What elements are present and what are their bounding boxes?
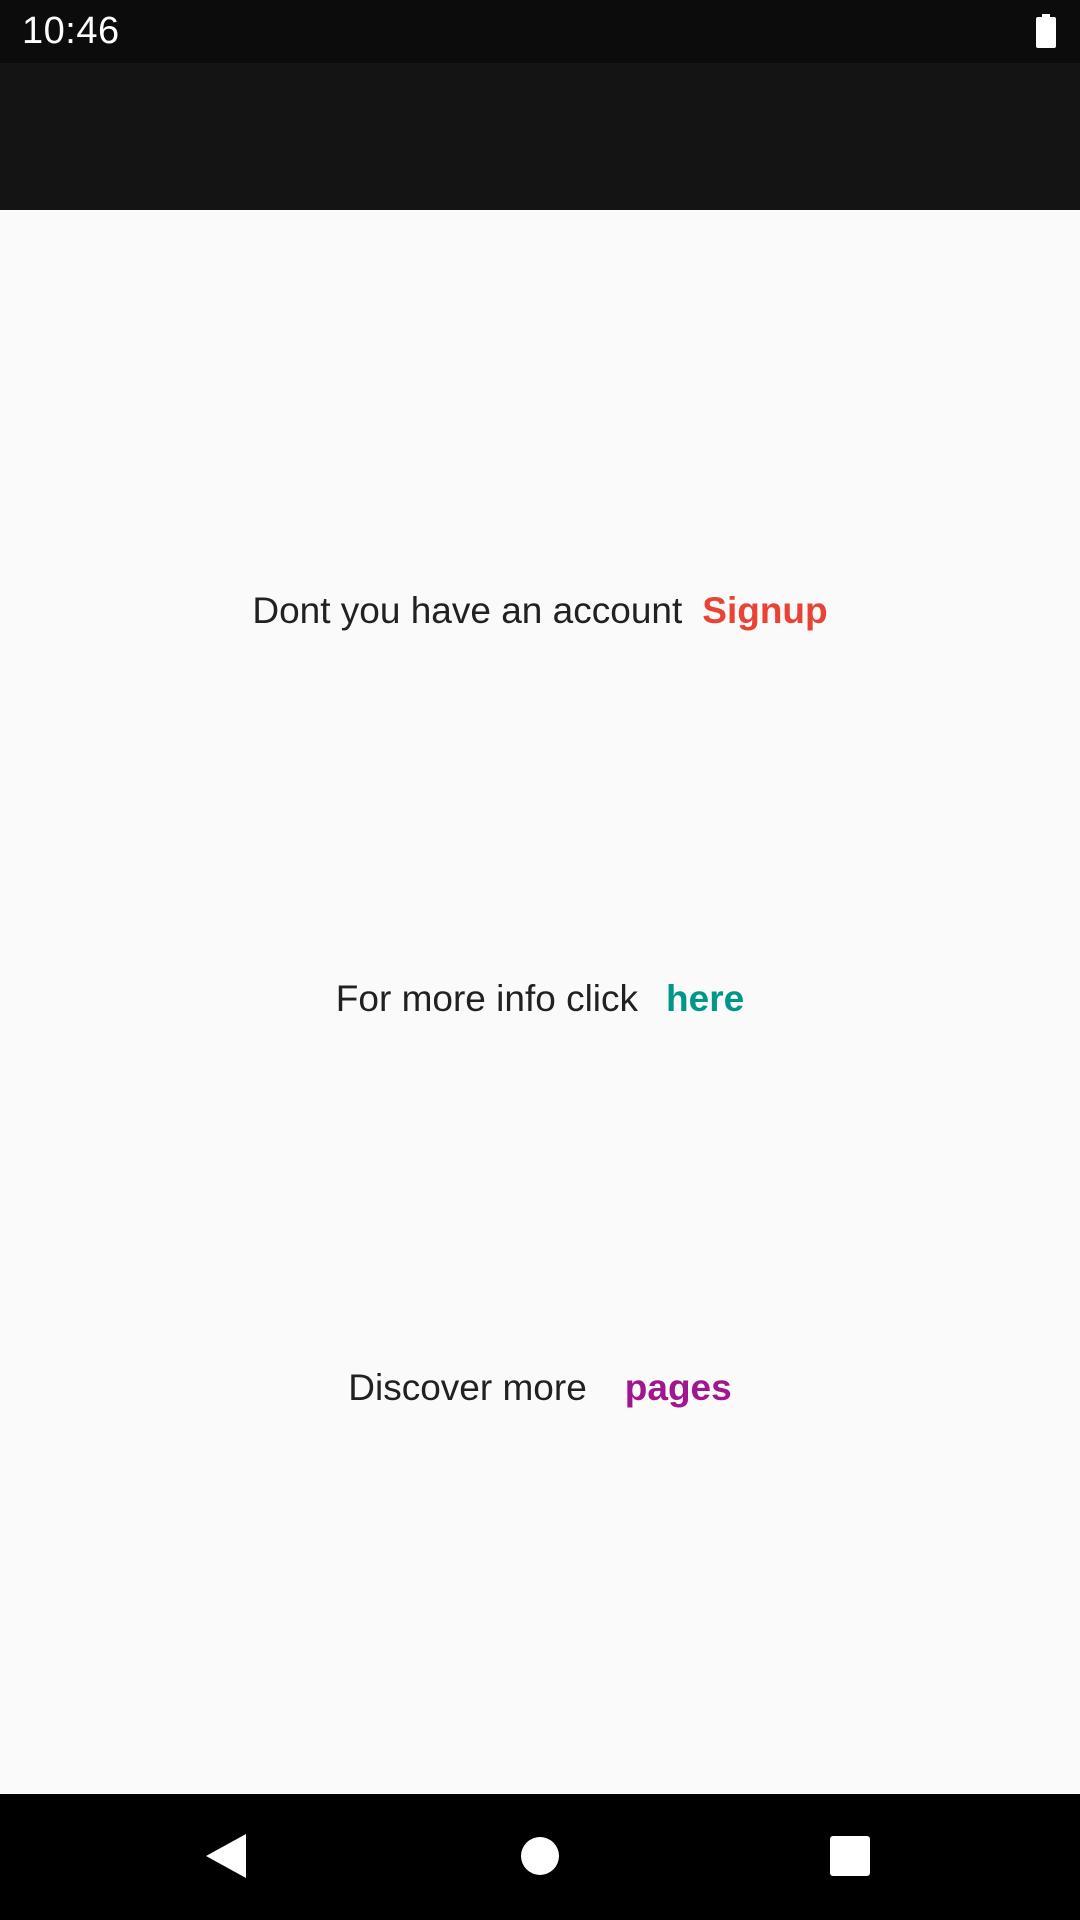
recents-button[interactable] <box>818 1824 882 1888</box>
battery-icon <box>1036 14 1056 48</box>
main-content: Dont you have an account Signup For more … <box>0 210 1080 1794</box>
home-button[interactable] <box>508 1824 572 1888</box>
app-bar <box>0 63 1080 210</box>
recents-square-icon <box>830 1836 870 1876</box>
discover-prompt-text: Discover more <box>348 1367 587 1408</box>
back-triangle-icon <box>206 1834 246 1878</box>
info-row: For more info click here <box>0 978 1080 1020</box>
pages-link[interactable]: pages <box>625 1367 732 1408</box>
here-link[interactable]: here <box>666 978 744 1019</box>
back-button[interactable] <box>194 1824 258 1888</box>
signup-link[interactable]: Signup <box>702 590 827 631</box>
status-time: 10:46 <box>22 10 120 52</box>
status-bar: 10:46 <box>0 0 1080 63</box>
signup-prompt-text: Dont you have an account <box>252 590 683 631</box>
discover-row: Discover more pages <box>0 1367 1080 1409</box>
info-prompt-text: For more info click <box>335 978 639 1019</box>
signup-row: Dont you have an account Signup <box>0 590 1080 632</box>
navigation-bar <box>0 1794 1080 1920</box>
home-circle-icon <box>521 1837 559 1875</box>
